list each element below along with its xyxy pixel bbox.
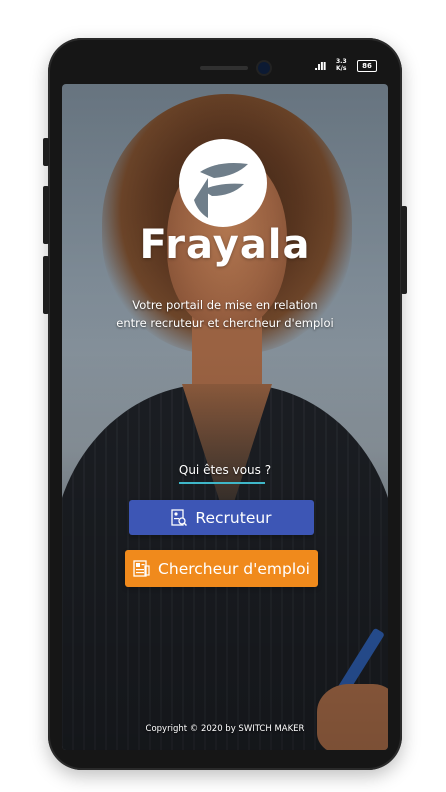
- copyright-text: Copyright © 2020 by SWITCH MAKER: [145, 724, 305, 734]
- signal-strength-icon: .ıll: [314, 60, 326, 73]
- tagline: Votre portail de mise en relation entre …: [62, 296, 388, 332]
- role-question: Qui êtes vous ?: [178, 463, 272, 477]
- phone-side-button: [43, 186, 49, 244]
- phone-side-button: [43, 138, 49, 166]
- role-question-underline: [179, 482, 265, 484]
- tagline-line-2: entre recruteur et chercheur d'emploi: [116, 316, 334, 330]
- network-speed-unit: K/s: [336, 65, 347, 72]
- chercheur-emploi-button-label: Chercheur d'emploi: [158, 559, 310, 578]
- phone-power-button: [401, 206, 407, 294]
- front-camera: [258, 62, 270, 74]
- battery-icon: 86: [357, 60, 377, 72]
- phone-side-button: [43, 256, 49, 314]
- brand-name: Frayala: [139, 222, 311, 268]
- recruteur-button-label: Recruteur: [195, 508, 272, 527]
- chercheur-emploi-button[interactable]: Chercheur d'emploi: [125, 550, 318, 587]
- frayala-logo-icon: [179, 139, 267, 227]
- recruiter-search-icon: [171, 508, 188, 526]
- job-seeker-document-icon: [133, 559, 150, 577]
- recruteur-button[interactable]: Recruteur: [129, 500, 314, 535]
- phone-speaker: [200, 66, 248, 70]
- tagline-line-1: Votre portail de mise en relation: [132, 298, 318, 312]
- network-speed: 3.3 K/s: [336, 58, 347, 72]
- network-speed-value: 3.3: [336, 58, 347, 65]
